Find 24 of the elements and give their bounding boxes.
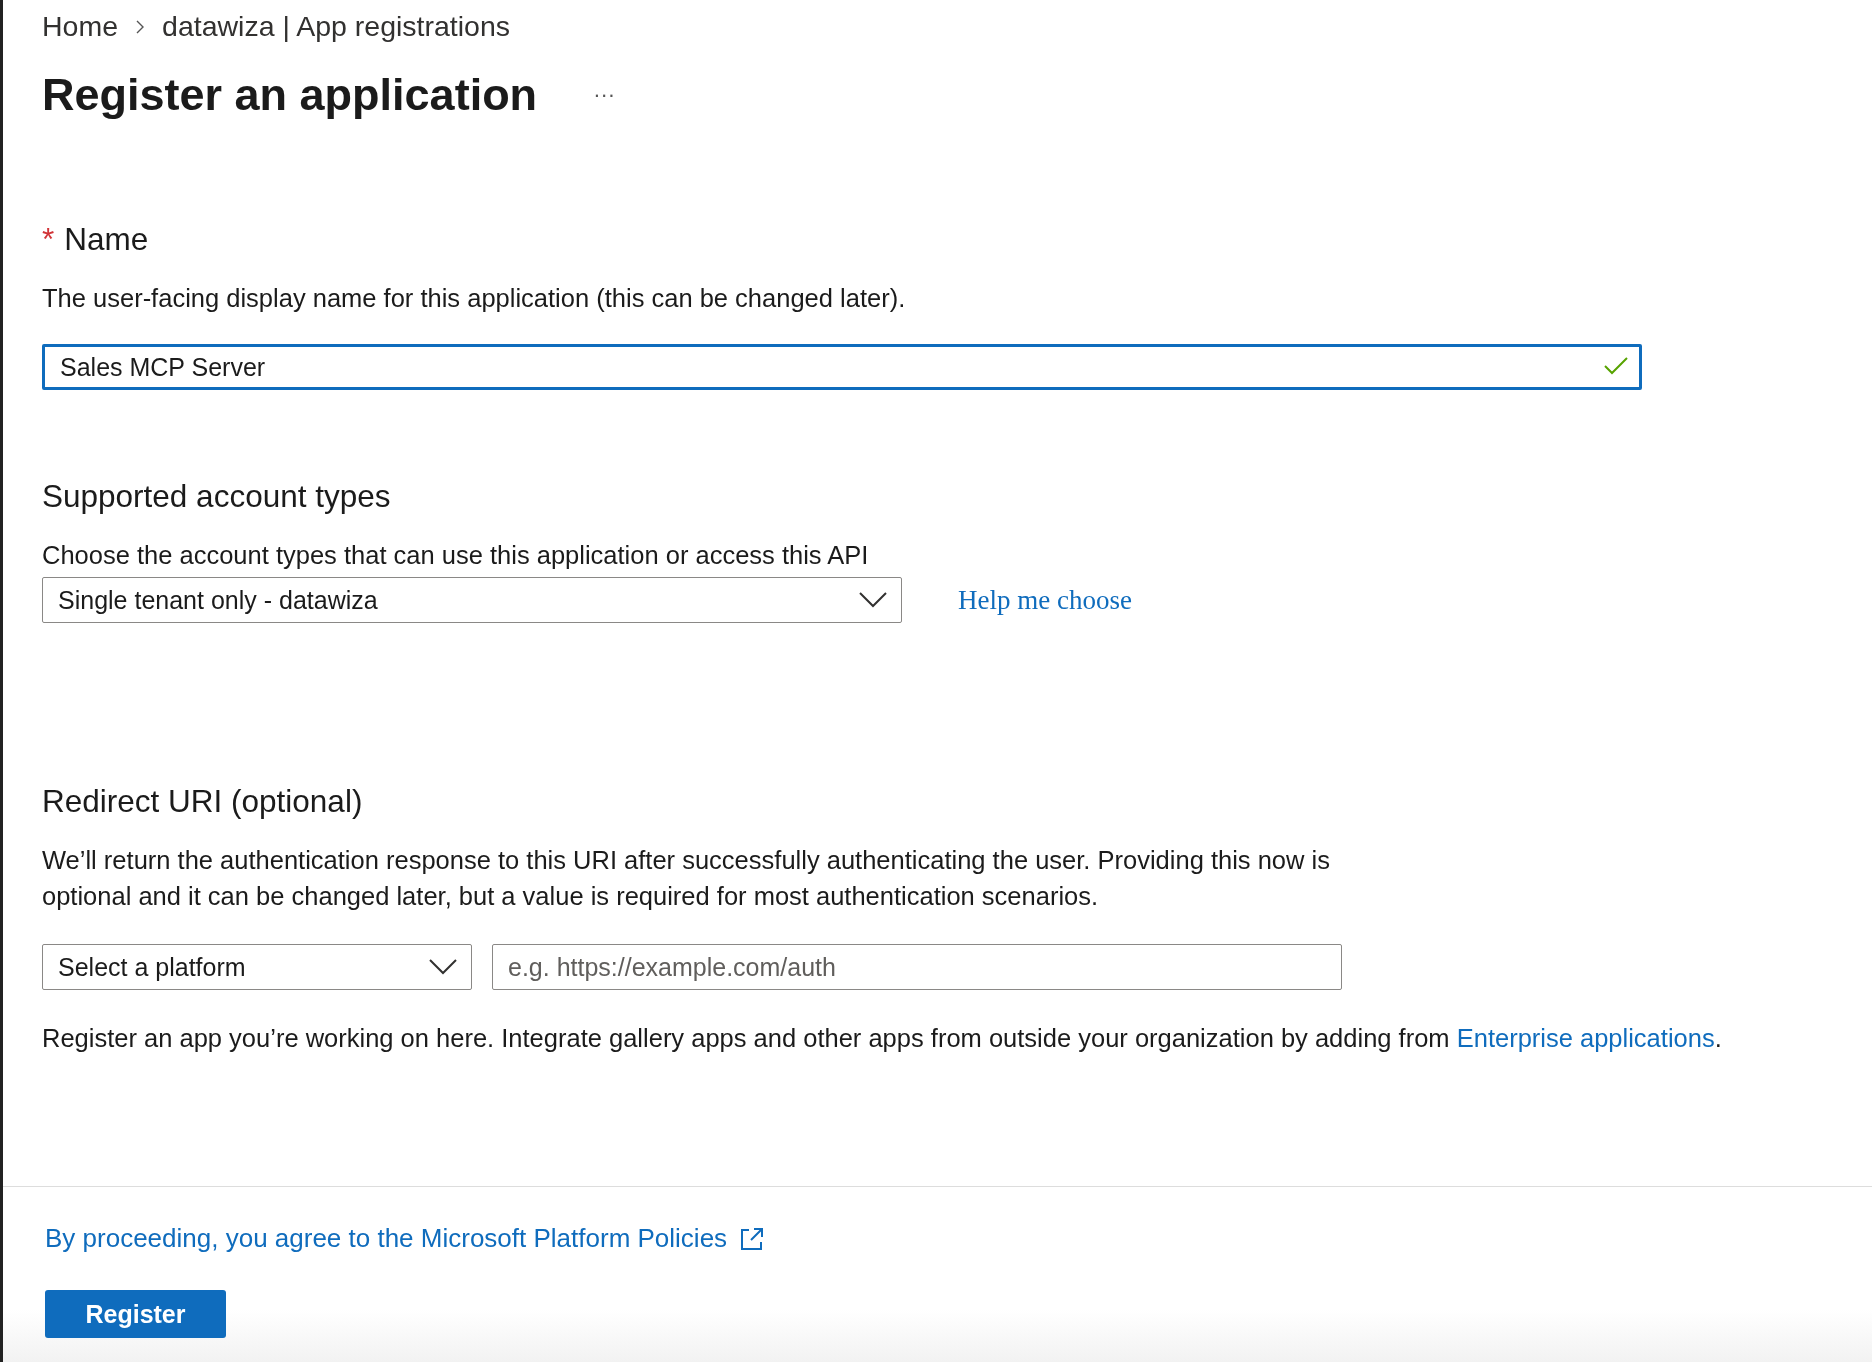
policy-link[interactable]: By proceeding, you agree to the Microsoft Platform Policies xyxy=(45,1223,766,1254)
account-type-dropdown[interactable]: Single tenant only - datawiza xyxy=(42,577,902,623)
chevron-down-icon xyxy=(859,592,887,608)
section-heading: Supported account types xyxy=(42,478,391,515)
breadcrumb-link[interactable]: Home xyxy=(42,10,119,43)
required-mark: * xyxy=(42,221,55,258)
name-input-field[interactable]: Sales MCP Server xyxy=(42,344,1642,390)
breadcrumb-link[interactable]: datawiza | App registrations xyxy=(162,10,511,43)
help-link[interactable]: Help me choose xyxy=(958,584,1132,616)
chevron-right-icon xyxy=(136,19,145,34)
register-button[interactable]: Register xyxy=(45,1290,226,1338)
chevron-down-icon xyxy=(429,959,457,975)
register-note: Register an app you’re working on here. Integrate gallery apps and other apps from outside your organization by adding from Enterprise applications. xyxy=(42,1023,1723,1054)
field-description: We’ll return the authentication response to this URI after successfully authenticating the user. Providing this now is optional and it can be changed later, but a value is required for most authentication scenarios. xyxy=(42,845,1331,912)
section-heading: Redirect URI (optional) xyxy=(42,783,363,820)
field-label: Name xyxy=(64,221,149,258)
external-link-icon xyxy=(739,1225,766,1252)
page-title: Register an application xyxy=(42,69,538,121)
platform-dropdown[interactable]: Select a platform xyxy=(42,944,472,990)
redirect-uri-input-field[interactable]: e.g. https://example.com/auth xyxy=(492,944,1342,990)
field-description: Choose the account types that can use this application or access this API xyxy=(42,540,870,571)
enterprise-applications-link[interactable]: Enterprise applications xyxy=(1456,1024,1715,1052)
field-description: The user-facing display name for this application (this can be changed later). xyxy=(42,283,907,314)
more-button[interactable]: ··· xyxy=(587,82,622,108)
